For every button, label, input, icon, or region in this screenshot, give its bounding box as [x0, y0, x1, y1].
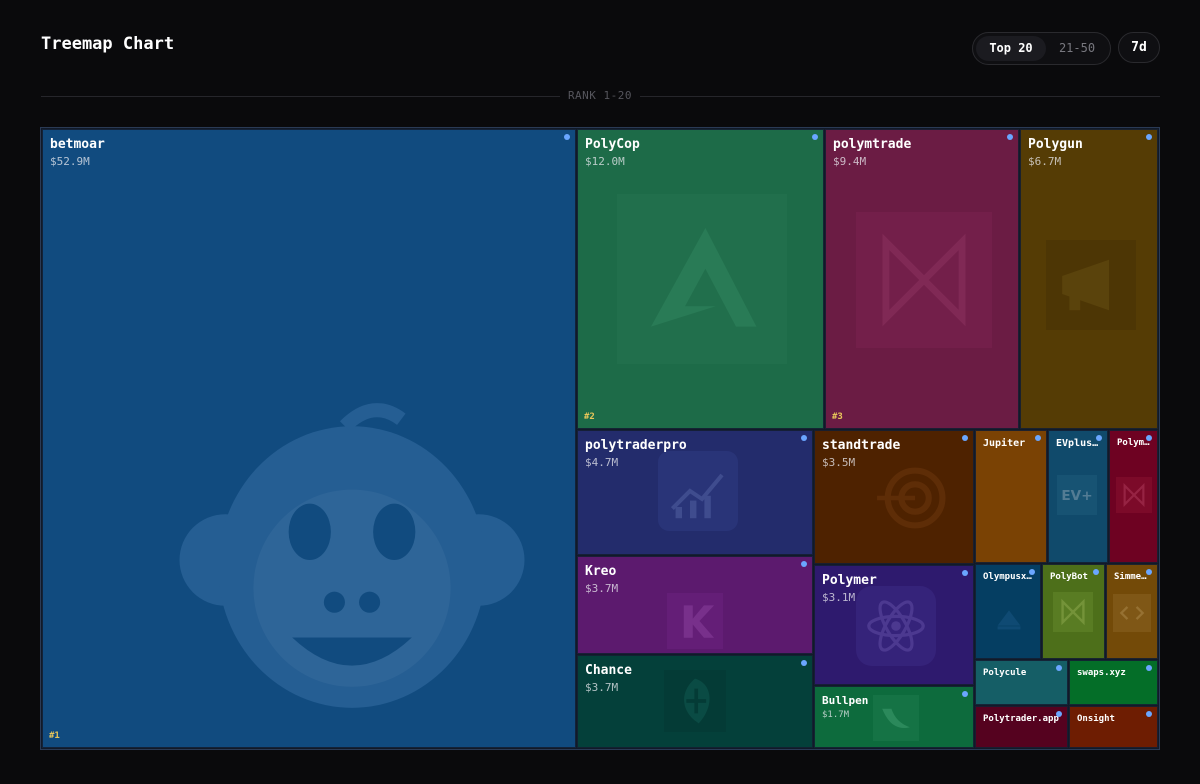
target-icon	[871, 455, 947, 541]
treemap-tile-evplusai[interactable]: EV+ EVplusAI	[1048, 430, 1108, 563]
tile-value: $3.1M	[822, 591, 856, 604]
treemap-tile-chance[interactable]: Chance $3.7M	[577, 655, 813, 748]
status-dot	[1096, 435, 1102, 441]
treemap-tile-polytraderpro[interactable]: polytraderpro $4.7M	[577, 430, 813, 555]
rank-21-50-button[interactable]: 21-50	[1049, 36, 1105, 61]
tile-value: $4.7M	[585, 456, 619, 469]
chance-logo-icon	[662, 670, 728, 732]
treemap-tile-kreo[interactable]: Kreo $3.7M	[577, 556, 813, 654]
polymtrade-logo-icon	[856, 212, 992, 348]
chart-up-icon	[656, 451, 740, 531]
section-label: RANK 1-20	[567, 89, 633, 102]
period-button[interactable]: 7d	[1118, 32, 1160, 63]
status-dot	[1146, 134, 1152, 140]
tile-name: Onsight	[1077, 714, 1115, 724]
status-dot	[1146, 665, 1152, 671]
treemap-tile-polymtrade[interactable]: polymtrade $9.4M #3	[825, 129, 1019, 429]
tile-name: Simmer.M…	[1114, 572, 1150, 582]
rank-label: #2	[584, 412, 595, 422]
tile-name: polytraderpro	[585, 438, 687, 453]
polyma-logo-icon	[1116, 475, 1152, 515]
status-dot	[801, 561, 807, 567]
tile-name: Bullpen	[822, 694, 869, 707]
tile-name: PolyCop	[585, 137, 640, 152]
tile-name: Chance	[585, 663, 632, 678]
megaphone-icon	[1041, 240, 1141, 330]
rank-label: #1	[49, 731, 60, 741]
status-dot	[1035, 435, 1041, 441]
status-dot	[962, 691, 968, 697]
status-dot	[1056, 711, 1062, 717]
tile-name: Polyma…	[1117, 438, 1150, 448]
treemap-tile-polycule[interactable]: Polycule	[975, 660, 1068, 705]
treemap-tile-standtrade[interactable]: standtrade $3.5M	[814, 430, 974, 564]
tile-name: EVplusAI	[1056, 438, 1100, 449]
treemap-tile-bullpen[interactable]: Bullpen $1.7M	[814, 686, 974, 748]
kreo-logo-icon	[662, 593, 728, 649]
tile-name: polymtrade	[833, 137, 912, 152]
status-dot	[801, 660, 807, 666]
tile-name: Jupiter	[983, 438, 1026, 449]
status-dot	[564, 134, 570, 140]
treemap-tile-simmer-m[interactable]: Simmer.M…	[1106, 564, 1158, 659]
treemap-tile-polygun[interactable]: Polygun $6.7M	[1020, 129, 1158, 429]
treemap-tile-olympusx[interactable]: Olympusx…	[975, 564, 1041, 659]
tile-value: $3.5M	[822, 456, 856, 469]
tile-value: $1.7M	[822, 710, 850, 720]
tile-value: $6.7M	[1028, 155, 1062, 168]
tile-name: Polytrader.app	[983, 714, 1059, 724]
status-dot	[801, 435, 807, 441]
divider-right	[640, 96, 1160, 97]
status-dot	[1056, 665, 1062, 671]
status-dot	[1146, 711, 1152, 717]
treemap-tile-onsight[interactable]: Onsight	[1069, 706, 1158, 748]
evplus-logo-icon: EV+	[1057, 475, 1097, 515]
tile-value: $52.9M	[50, 155, 90, 168]
treemap-tile-swaps-xyz[interactable]: swaps.xyz	[1069, 660, 1158, 705]
tile-name: Olympusx…	[983, 572, 1032, 582]
tile-name: Kreo	[585, 564, 617, 579]
top-20-button[interactable]: Top 20	[976, 36, 1046, 61]
tile-value: $3.7M	[585, 582, 619, 595]
status-dot	[1146, 435, 1152, 441]
status-dot	[1029, 569, 1035, 575]
tile-name: Polymer	[822, 573, 877, 588]
page-title: Treemap Chart	[41, 34, 175, 54]
range-toggle: Top 20 21-50	[972, 32, 1111, 65]
treemap-tile-jupiter[interactable]: Jupiter	[975, 430, 1047, 563]
status-dot	[1007, 134, 1013, 140]
tile-value: $12.0M	[585, 155, 625, 168]
status-dot	[962, 570, 968, 576]
treemap-tile-polybot[interactable]: PolyBot	[1042, 564, 1105, 659]
tile-value: $3.7M	[585, 681, 619, 694]
tile-name: Polygun	[1028, 137, 1083, 152]
treemap-tile-betmoar[interactable]: betmoar $52.9M #1	[42, 129, 576, 748]
tile-name: standtrade	[822, 438, 901, 453]
treemap-tile-polycop[interactable]: PolyCop $12.0M #2	[577, 129, 824, 429]
rank-label: #3	[832, 412, 843, 422]
polycop-logo-icon	[614, 194, 790, 364]
svg-text:EV+: EV+	[1061, 488, 1092, 504]
treemap-tile-polyma[interactable]: Polyma…	[1109, 430, 1158, 563]
status-dot	[812, 134, 818, 140]
atom-icon	[855, 586, 937, 666]
tile-name: Polycule	[983, 668, 1027, 678]
tile-name: PolyBot	[1050, 572, 1088, 582]
olympus-logo-icon	[990, 599, 1028, 637]
treemap-tile-polytrader-app[interactable]: Polytrader.app	[975, 706, 1068, 748]
treemap-chart: betmoar $52.9M #1 PolyCop $12.0M #2 polymtra…	[0, 0, 1200, 784]
tile-name: swaps.xyz	[1077, 668, 1126, 678]
divider-left	[41, 96, 560, 97]
polybot-logo-icon	[1053, 591, 1093, 633]
tile-value: $9.4M	[833, 155, 867, 168]
tile-name: betmoar	[50, 137, 105, 152]
bullpen-logo-icon	[873, 695, 919, 741]
status-dot	[1146, 569, 1152, 575]
status-dot	[1093, 569, 1099, 575]
code-icon	[1113, 593, 1151, 633]
status-dot	[962, 435, 968, 441]
treemap-tile-polymer[interactable]: Polymer $3.1M	[814, 565, 974, 685]
monkey-icon	[176, 380, 528, 740]
